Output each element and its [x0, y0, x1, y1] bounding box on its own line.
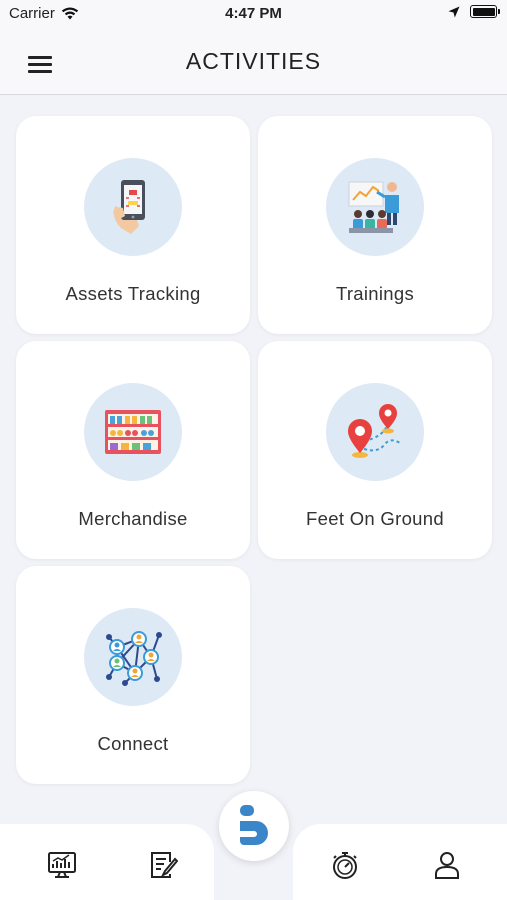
- status-bar: Carrier 4:47 PM: [0, 0, 507, 28]
- activity-label: Connect: [97, 733, 169, 754]
- icon-circle: [84, 608, 182, 706]
- network-people-icon: [106, 631, 162, 686]
- dashboard-monitor-icon[interactable]: [47, 850, 77, 880]
- activity-label: Feet On Ground: [306, 508, 444, 529]
- phone-scan-icon: [113, 180, 145, 234]
- profile-icon[interactable]: [432, 850, 462, 880]
- activity-label: Assets Tracking: [65, 283, 201, 304]
- location-arrow-icon: [448, 6, 460, 17]
- activity-label: Trainings: [335, 283, 415, 304]
- activity-card-connect[interactable]: Connect: [16, 566, 250, 784]
- activity-label: Merchandise: [78, 508, 188, 529]
- store-shelf-icon: [105, 410, 161, 454]
- activity-card-trainings[interactable]: Trainings: [258, 116, 492, 334]
- app-header: ACTIVITIES: [0, 28, 507, 95]
- activity-card-feet-on-ground[interactable]: Feet On Ground: [258, 341, 492, 559]
- status-right: [448, 5, 500, 18]
- page-title: ACTIVITIES: [185, 48, 322, 74]
- icon-circle: [84, 158, 182, 256]
- brand-logo-icon: [240, 805, 268, 845]
- brand-logo-button[interactable]: [219, 791, 289, 861]
- activity-card-merchandise[interactable]: Merchandise: [16, 341, 250, 559]
- status-time: 4:47 PM: [225, 5, 282, 22]
- bottom-nav-right: [293, 824, 507, 900]
- presentation-icon: [348, 181, 399, 233]
- icon-circle: [326, 383, 424, 481]
- activity-card-assets-tracking[interactable]: Assets Tracking: [16, 116, 250, 334]
- notes-edit-icon[interactable]: [148, 850, 178, 880]
- bottom-nav-left: [0, 824, 214, 900]
- fab-container: [213, 785, 295, 867]
- battery-icon: [470, 5, 500, 18]
- icon-circle: [84, 383, 182, 481]
- icon-circle: [326, 158, 424, 256]
- stopwatch-icon[interactable]: [330, 850, 360, 880]
- map-route-icon: [348, 404, 401, 458]
